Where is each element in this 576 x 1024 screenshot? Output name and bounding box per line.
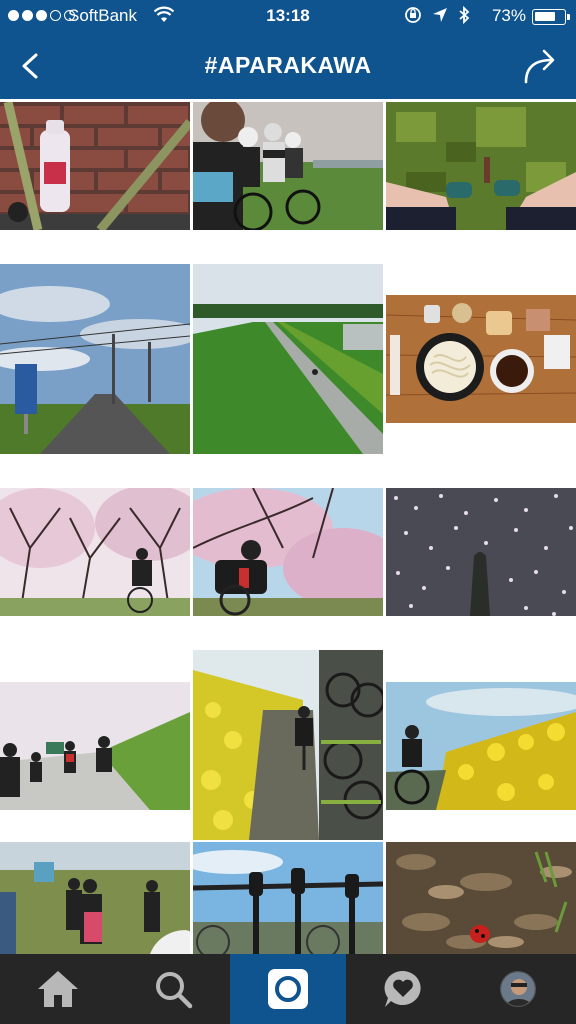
- tab-camera[interactable]: [230, 954, 346, 1024]
- photo-tile[interactable]: [193, 842, 383, 954]
- bluetooth-icon: [458, 5, 470, 29]
- tab-profile[interactable]: [461, 954, 576, 1024]
- share-button[interactable]: [522, 48, 562, 84]
- tab-search[interactable]: [115, 954, 230, 1024]
- photo-tile[interactable]: [0, 488, 190, 616]
- avatar: [500, 971, 537, 1007]
- photo-tile[interactable]: [0, 264, 190, 454]
- home-icon: [37, 971, 78, 1007]
- battery-percent: 73%: [491, 6, 526, 25]
- photo-tile[interactable]: [0, 102, 190, 230]
- photo-tile[interactable]: [0, 842, 190, 954]
- top-bar: SoftBank 13:18 73% #APARAKAWA: [0, 0, 576, 99]
- photo-tile[interactable]: [386, 102, 576, 230]
- photo-tile[interactable]: [386, 295, 576, 423]
- photo-tile[interactable]: [386, 842, 576, 954]
- location-icon: [432, 7, 448, 28]
- photo-tile[interactable]: [0, 682, 190, 810]
- battery-fill: [535, 12, 555, 21]
- status-bar: SoftBank 13:18 73%: [0, 0, 576, 34]
- heart-bubble-icon: [384, 970, 421, 1007]
- photo-tile[interactable]: [386, 488, 576, 616]
- photo-tile[interactable]: [193, 264, 383, 454]
- page-title: #APARAKAWA: [204, 52, 372, 78]
- search-icon: [155, 972, 193, 1009]
- camera-icon: [267, 969, 308, 1009]
- tab-home[interactable]: [0, 954, 115, 1024]
- photo-tile[interactable]: [193, 650, 383, 840]
- tab-bar: [0, 954, 576, 1024]
- battery-icon: [532, 9, 570, 25]
- photo-tile[interactable]: [193, 102, 383, 230]
- photo-tile[interactable]: [386, 682, 576, 810]
- app: SoftBank 13:18 73% #APARAKAWA: [0, 0, 576, 1024]
- photo-grid: [0, 102, 576, 954]
- orientation-lock-icon: [404, 6, 422, 29]
- tab-activity[interactable]: [346, 954, 461, 1024]
- status-time: 13:18: [266, 6, 310, 25]
- share-arrow-icon: [524, 49, 555, 84]
- navigation-bar: #APARAKAWA: [0, 34, 576, 99]
- photo-tile[interactable]: [193, 488, 383, 616]
